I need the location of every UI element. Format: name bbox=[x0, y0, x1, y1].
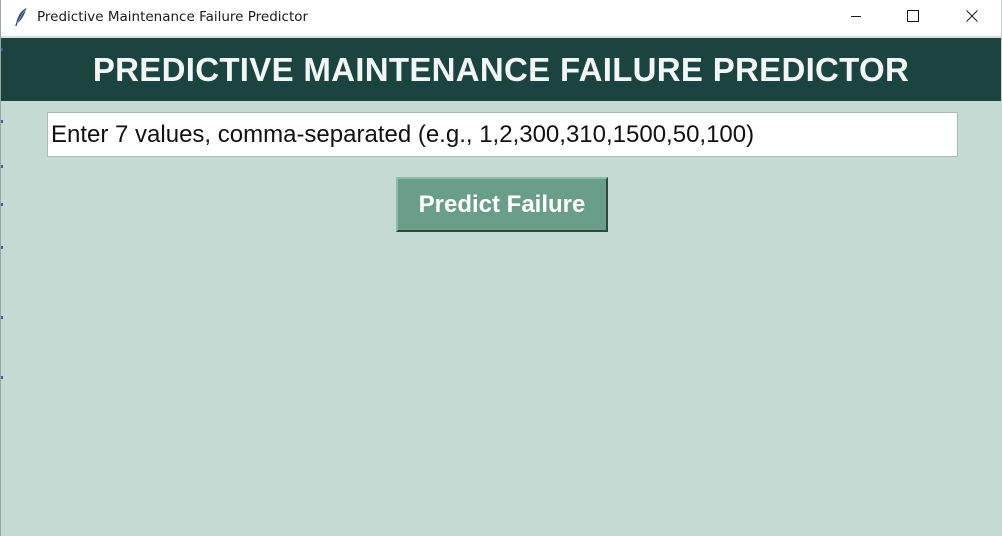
maximize-icon bbox=[907, 9, 919, 27]
minimize-icon bbox=[850, 9, 862, 27]
page-title: PREDICTIVE MAINTENANCE FAILURE PREDICTOR bbox=[92, 50, 910, 88]
window-title: Predictive Maintenance Failure Predictor bbox=[37, 9, 309, 25]
predict-failure-button[interactable]: Predict Failure bbox=[396, 177, 608, 232]
minimize-button[interactable] bbox=[833, 0, 879, 36]
close-icon bbox=[966, 9, 978, 27]
title-bar[interactable]: Predictive Maintenance Failure Predictor bbox=[1, 0, 1001, 36]
header-banner: PREDICTIVE MAINTENANCE FAILURE PREDICTOR bbox=[1, 38, 1001, 101]
app-window: Predictive Maintenance Failure Predictor… bbox=[0, 0, 1002, 536]
feather-icon bbox=[14, 7, 28, 27]
close-button[interactable] bbox=[949, 0, 995, 36]
values-input[interactable] bbox=[47, 112, 958, 157]
left-edge-marks bbox=[1, 38, 3, 536]
maximize-button[interactable] bbox=[890, 0, 936, 36]
